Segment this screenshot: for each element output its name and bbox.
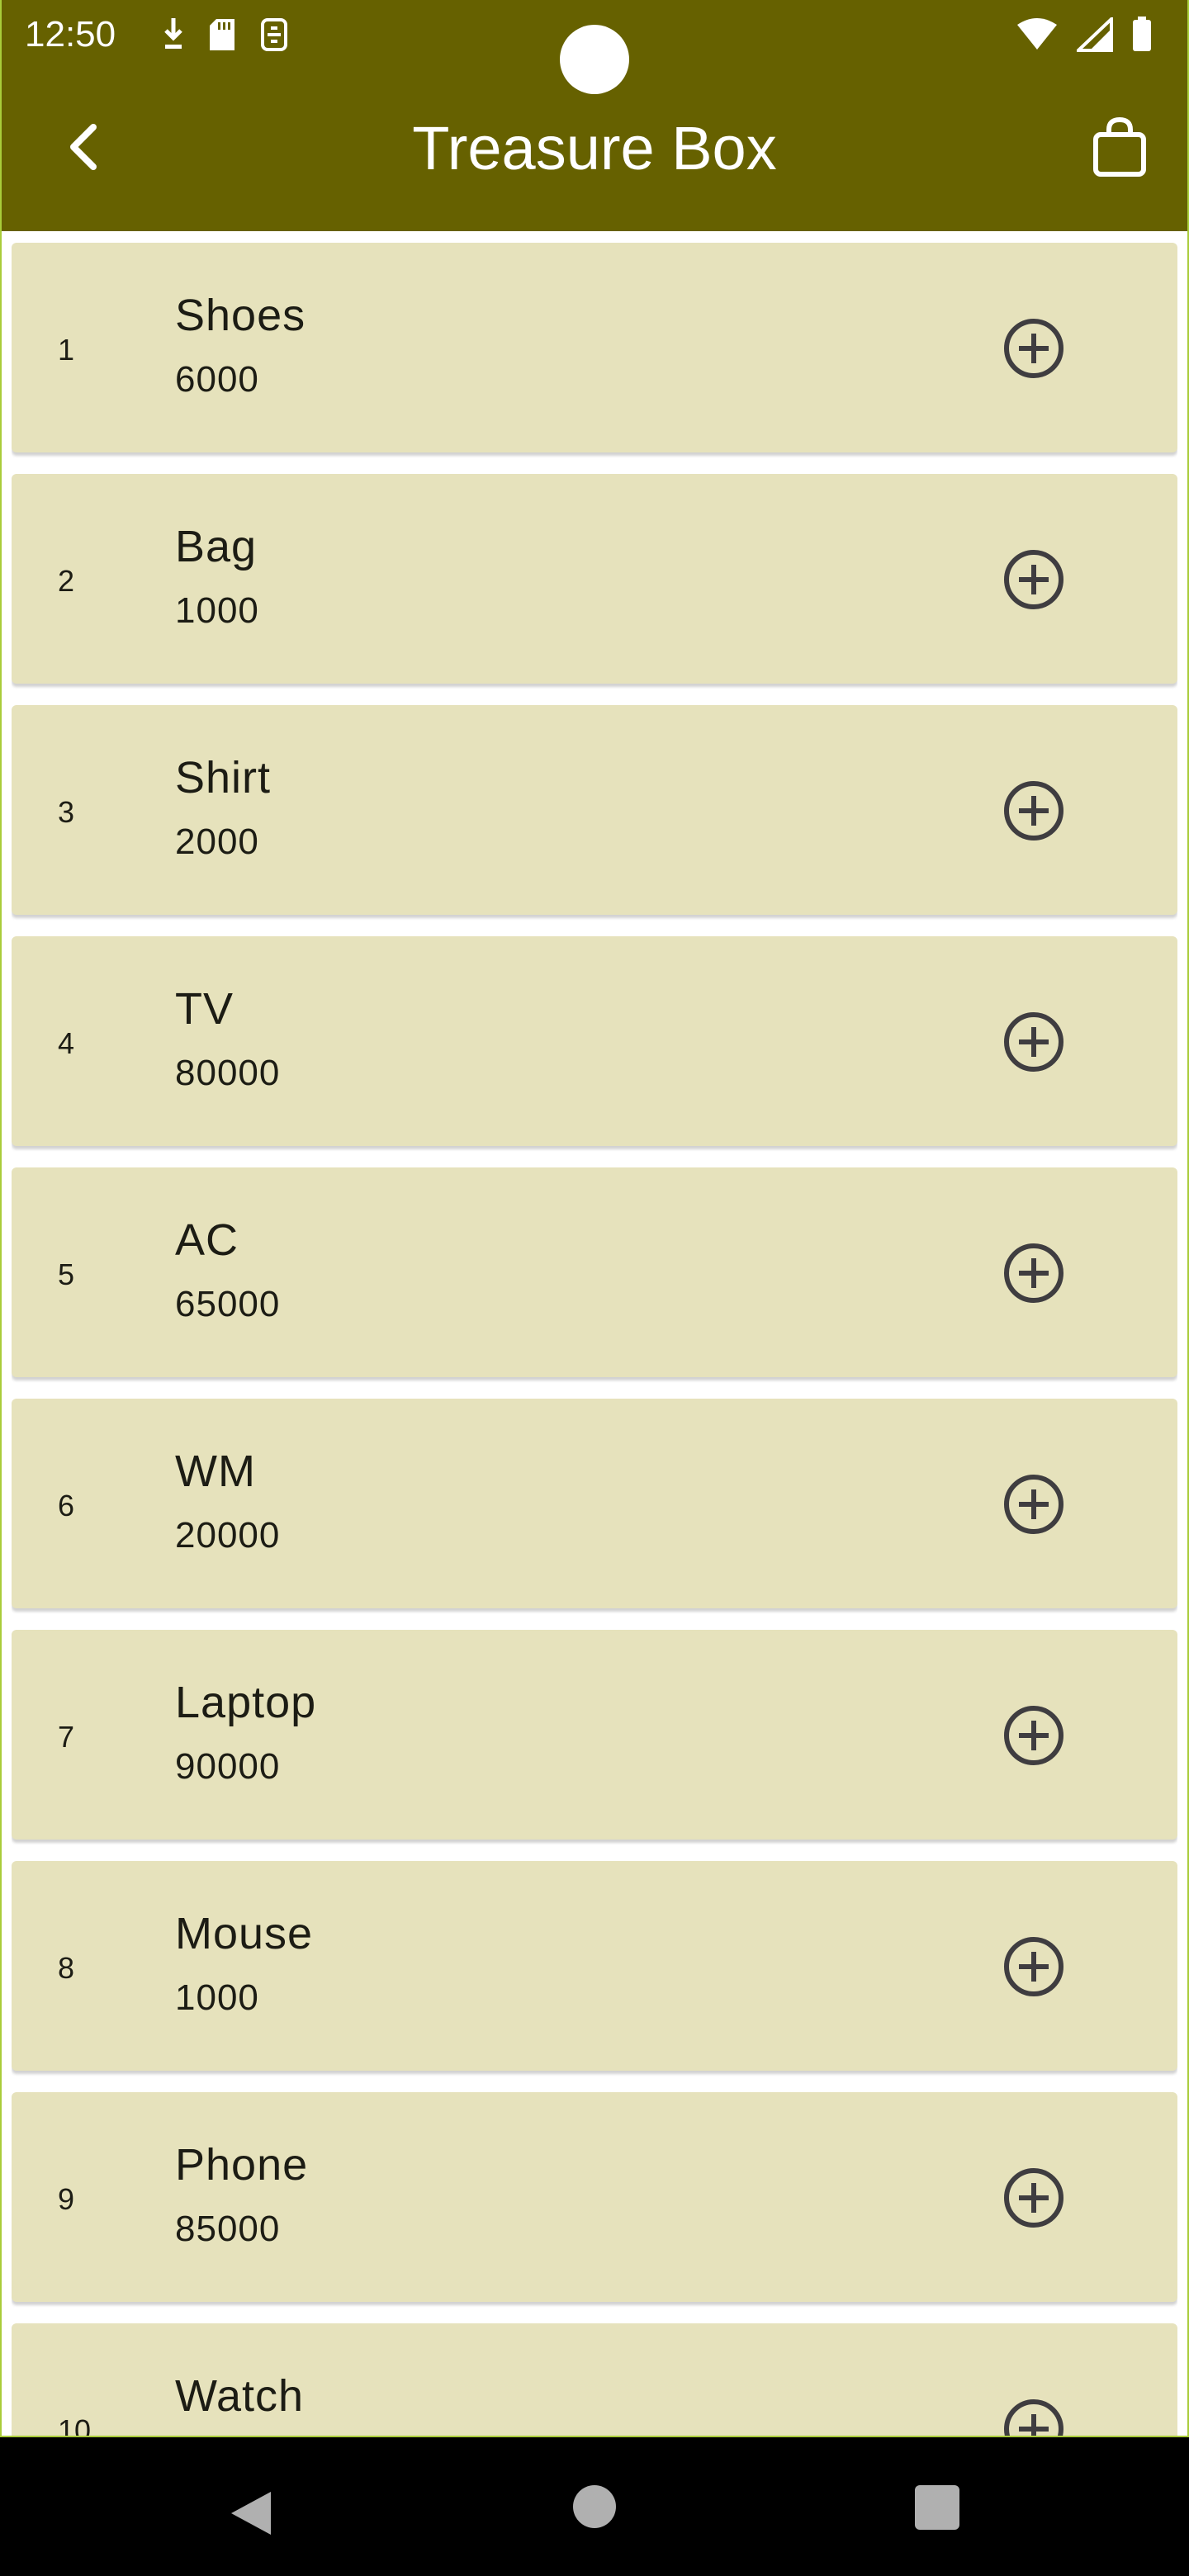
add-to-cart-button[interactable] [1002, 1935, 1065, 1998]
plus-circle-icon [1002, 1012, 1065, 1077]
cell-signal-icon [1073, 15, 1113, 56]
status-icons-left [162, 17, 289, 57]
shopping-bag-icon [1092, 116, 1147, 182]
add-to-cart-button[interactable] [1002, 2398, 1065, 2436]
item-index: 8 [58, 1951, 75, 1985]
item-index: 7 [58, 1720, 75, 1754]
item-name: Phone [175, 2140, 309, 2190]
plus-circle-icon [1002, 319, 1065, 383]
list-item: 6 WM 20000 [12, 1399, 1177, 1608]
item-price: 6000 [175, 359, 259, 400]
item-name: AC [175, 1215, 239, 1265]
item-index: 6 [58, 1489, 75, 1522]
list-item: 4 TV 80000 [12, 936, 1177, 1146]
item-price: 2000 [175, 822, 259, 862]
item-name: Mouse [175, 1909, 314, 1958]
item-name: Bag [175, 522, 258, 571]
sd-card-icon [208, 17, 236, 56]
plus-circle-icon [1002, 550, 1065, 614]
plus-circle-icon [1002, 1243, 1065, 1308]
add-to-cart-button[interactable] [1002, 1704, 1065, 1767]
item-price: 1000 [175, 590, 259, 631]
item-index: 10 [58, 2413, 92, 2436]
download-icon [162, 17, 185, 57]
list-item: 5 AC 65000 [12, 1167, 1177, 1377]
list-item: 8 Mouse 1000 [12, 1861, 1177, 2071]
cart-button[interactable] [1087, 114, 1153, 183]
product-list: 1 Shoes 6000 2 Bag 1000 3 Shirt 2000 4 T… [12, 243, 1177, 2436]
item-price: 65000 [175, 1284, 281, 1324]
item-price: 20000 [175, 1515, 281, 1556]
item-name: Shirt [175, 753, 272, 803]
add-to-cart-button[interactable] [1002, 2166, 1065, 2229]
plus-circle-icon [1002, 1475, 1065, 1539]
add-to-cart-button[interactable] [1002, 317, 1065, 380]
camera-cutout [560, 25, 629, 94]
add-to-cart-button[interactable] [1002, 1242, 1065, 1305]
back-icon[interactable] [225, 2487, 277, 2540]
add-to-cart-button[interactable] [1002, 1473, 1065, 1536]
list-item: 7 Laptop 90000 [12, 1630, 1177, 1840]
item-index: 9 [58, 2182, 75, 2216]
item-name: Watch [175, 2371, 305, 2421]
list-item: 1 Shoes 6000 [12, 243, 1177, 452]
item-price: 1000 [175, 1977, 259, 2018]
item-name: Laptop [175, 1678, 317, 1727]
list-item: 10 Watch [12, 2323, 1177, 2436]
item-name: Shoes [175, 291, 306, 340]
add-to-cart-button[interactable] [1002, 548, 1065, 611]
item-index: 1 [58, 333, 75, 367]
plus-circle-icon [1002, 1937, 1065, 2001]
item-price: 80000 [175, 1053, 281, 1093]
list-item: 9 Phone 85000 [12, 2092, 1177, 2302]
battery-icon [1131, 17, 1153, 57]
add-to-cart-button[interactable] [1002, 779, 1065, 842]
item-price: 90000 [175, 1746, 281, 1787]
status-bar: 12:50 [0, 0, 1189, 94]
page-title: Treasure Box [412, 114, 777, 182]
home-icon[interactable] [573, 2485, 616, 2528]
item-index: 5 [58, 1257, 75, 1291]
wifi-icon [1016, 18, 1059, 55]
app-bar: 12:50 Treasure Box [0, 0, 1189, 231]
list-item: 3 Shirt 2000 [12, 705, 1177, 915]
list-item: 2 Bag 1000 [12, 474, 1177, 684]
item-index: 4 [58, 1026, 75, 1060]
recent-apps-icon[interactable] [915, 2485, 959, 2530]
item-name: TV [175, 984, 234, 1034]
plus-circle-icon [1002, 1706, 1065, 1770]
item-index: 3 [58, 795, 75, 829]
item-index: 2 [58, 564, 75, 598]
item-price: 85000 [175, 2209, 281, 2249]
screen: 12:50 Treasure Box 1 Shoes 6000 2 Bag 10… [0, 0, 1189, 2576]
plus-circle-icon [1002, 2168, 1065, 2233]
add-to-cart-button[interactable] [1002, 1011, 1065, 1073]
status-icons-right [1016, 15, 1153, 57]
status-time: 12:50 [25, 14, 116, 54]
sync-icon [259, 17, 289, 57]
item-name: WM [175, 1447, 256, 1496]
plus-circle-icon [1002, 781, 1065, 845]
